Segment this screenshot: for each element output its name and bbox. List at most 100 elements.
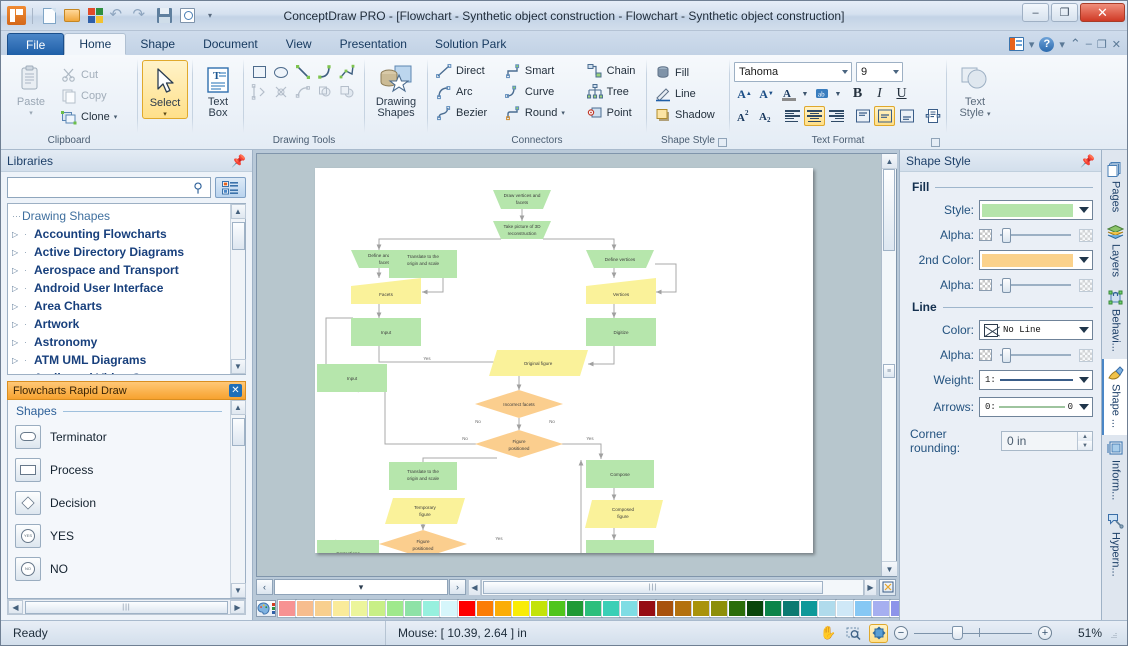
text-box-button[interactable]: T Text Box (197, 60, 239, 119)
undo-icon[interactable]: ↶ (108, 6, 128, 26)
palette-swatch[interactable] (476, 600, 494, 617)
palette-swatch[interactable] (800, 600, 818, 617)
redo-icon[interactable]: ↷ (131, 6, 151, 26)
connector-bezier-button[interactable]: Bezier (432, 102, 501, 123)
app-icon[interactable] (6, 6, 26, 26)
clone-caret[interactable]: ▾ (114, 113, 118, 121)
palette-swatch[interactable] (440, 600, 458, 617)
ellipse-tool[interactable] (270, 62, 292, 82)
fit-page-button[interactable] (879, 579, 896, 596)
palette-swatch[interactable] (278, 600, 296, 617)
libraries-tree-scrollbar[interactable]: ▲ ▼ (230, 204, 245, 374)
second-alpha-slider[interactable] (1000, 277, 1071, 293)
font-name-combo[interactable]: Tahoma (734, 62, 852, 82)
save-icon[interactable] (154, 6, 174, 26)
palette-swatch[interactable] (674, 600, 692, 617)
scrollbar-thumb[interactable] (232, 222, 245, 250)
scrollbar-thumb[interactable] (232, 418, 245, 446)
scroll-down-icon[interactable]: ▼ (882, 561, 897, 576)
chevron-down-icon[interactable] (1075, 377, 1092, 383)
panel-tab-behavior[interactable]: Behavi... (1102, 284, 1127, 359)
slider-knob[interactable] (1002, 348, 1011, 363)
collapse-ribbon-icon[interactable]: ⌃ (1070, 36, 1081, 52)
palette-swatch[interactable] (296, 600, 314, 617)
palette-swatch[interactable] (368, 600, 386, 617)
paste-button[interactable]: Paste ▾ (5, 60, 57, 117)
tree-item-accounting-flowcharts[interactable]: ▷·Accounting Flowcharts (12, 225, 230, 243)
shapes-list-hscrollbar[interactable]: ◀ ||| ▶ (7, 599, 246, 615)
scroll-up-icon[interactable]: ▲ (231, 400, 246, 415)
palette-swatch[interactable] (836, 600, 854, 617)
shape-item-process[interactable]: Process (12, 453, 230, 486)
align-right-button[interactable] (826, 106, 847, 126)
panel-tab-information[interactable]: Inform... (1102, 435, 1127, 507)
scroll-up-icon[interactable]: ▲ (882, 154, 897, 169)
new-document-icon[interactable] (39, 6, 59, 26)
align-left-button[interactable] (782, 106, 803, 126)
palette-swatch[interactable] (404, 600, 422, 617)
palette-swatch[interactable] (728, 600, 746, 617)
cut-button[interactable]: Cut (57, 64, 121, 85)
spinner-buttons[interactable]: ▲ ▼ (1077, 432, 1092, 450)
palette-swatch[interactable] (710, 600, 728, 617)
union-tool[interactable] (292, 82, 314, 102)
hand-pan-icon[interactable]: ✋ (819, 624, 838, 643)
palette-swatch[interactable] (746, 600, 764, 617)
shrink-font-button[interactable]: A▼ (756, 84, 777, 104)
connector-round-button[interactable]: Round ▾ (501, 102, 574, 123)
shape-item-terminator[interactable]: Terminator (12, 420, 230, 453)
palette-swatch[interactable] (512, 600, 530, 617)
palette-options-button[interactable] (256, 600, 276, 617)
valign-middle-button[interactable] (874, 106, 895, 126)
maximize-button[interactable]: ❐ (1051, 3, 1078, 22)
tree-item-artwork[interactable]: ▷·Artwork (12, 315, 230, 333)
distribute-tool[interactable] (248, 82, 270, 102)
line-arrows-combo[interactable]: 0: 0 (979, 397, 1093, 417)
shape-style-dialog-launcher[interactable] (718, 138, 727, 147)
palette-swatch[interactable] (458, 600, 476, 617)
page-select[interactable]: ▾ (274, 579, 448, 595)
line-button[interactable]: Line (651, 83, 719, 104)
chevron-down-icon[interactable] (1075, 327, 1092, 333)
font-size-combo[interactable]: 9 (856, 62, 903, 82)
color-grid-icon[interactable] (85, 6, 105, 26)
palette-swatch[interactable] (422, 600, 440, 617)
polyline-tool[interactable] (336, 62, 358, 82)
palette-swatch[interactable] (386, 600, 404, 617)
spinner-down-icon[interactable]: ▼ (1078, 441, 1092, 450)
palette-swatch[interactable] (764, 600, 782, 617)
canvas-vertical-scrollbar[interactable]: ▲ ≡ ▼ (881, 154, 896, 576)
close-button[interactable]: ✕ (1080, 3, 1125, 22)
search-icon[interactable]: ⚲ (186, 178, 210, 197)
flowchart-diagram[interactable]: Draw vertices and facets Take picture of… (315, 168, 813, 553)
panes-icon[interactable] (1009, 37, 1024, 51)
line-tool[interactable] (292, 62, 314, 82)
zoom-slider[interactable] (914, 625, 1032, 641)
connector-arc-button[interactable]: Arc (432, 81, 501, 102)
zoom-region-icon[interactable] (844, 624, 863, 643)
palette-swatch[interactable] (602, 600, 620, 617)
font-color-button[interactable]: A (778, 84, 799, 104)
slider-knob[interactable] (1002, 228, 1011, 243)
palette-swatch[interactable] (818, 600, 836, 617)
scroll-up-icon[interactable]: ▲ (231, 204, 246, 219)
line-weight-combo[interactable]: 1: (979, 370, 1093, 390)
trim-tool[interactable] (270, 82, 292, 102)
line-color-combo[interactable]: No Line (979, 320, 1093, 340)
minimize-button[interactable]: – (1022, 3, 1049, 22)
zoom-out-button[interactable]: − (894, 626, 908, 640)
panel-tab-hyperlinks[interactable]: Hypern... (1102, 507, 1127, 584)
next-page-button[interactable]: › (449, 579, 466, 595)
tab-document[interactable]: Document (189, 33, 272, 55)
palette-swatch[interactable] (566, 600, 584, 617)
search-input[interactable] (8, 179, 186, 196)
chevron-down-icon[interactable] (1075, 404, 1092, 410)
grow-font-button[interactable]: A▲ (734, 84, 755, 104)
spinner-up-icon[interactable]: ▲ (1078, 432, 1092, 441)
connector-direct-button[interactable]: Direct (432, 60, 501, 81)
previous-page-button[interactable]: ‹ (256, 579, 273, 595)
chevron-down-icon[interactable] (1075, 257, 1092, 263)
palette-swatch[interactable] (638, 600, 656, 617)
palette-swatch[interactable] (620, 600, 638, 617)
palette-swatch[interactable] (314, 600, 332, 617)
